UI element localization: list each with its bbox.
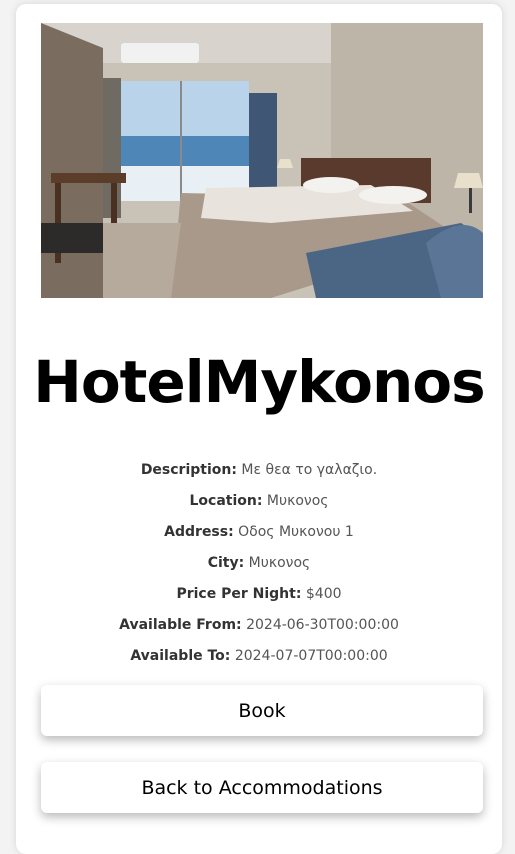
detail-label: Price Per Night: [176,586,302,602]
hotel-room-image [41,23,483,298]
detail-location: Location: Μυκονος [16,489,502,520]
detail-value: 2024-06-30T00:00:00 [246,617,399,633]
detail-available-to: Available To: 2024-07-07T00:00:00 [16,644,502,675]
detail-address: Address: Οδος Μυκονου 1 [16,520,502,551]
detail-value: Μυκονος [266,493,329,509]
detail-city: City: Μυκονος [16,551,502,582]
detail-label: Available From: [119,617,242,633]
detail-value: Με θεα το γαλαζιο. [241,462,378,478]
back-to-accommodations-button[interactable]: Back to Accommodations [41,762,483,813]
detail-description: Description: Με θεα το γαλαζιο. [16,458,502,489]
hotel-details: Description: Με θεα το γαλαζιο. Location… [16,458,502,675]
detail-label: Available To: [130,648,231,664]
detail-label: Location: [189,493,263,509]
detail-label: Address: [164,524,234,540]
detail-value: $400 [305,586,342,602]
detail-value: 2024-07-07T00:00:00 [234,648,388,664]
detail-label: Description: [140,462,237,478]
detail-label: City: [207,555,245,571]
detail-available-from: Available From: 2024-06-30T00:00:00 [16,613,502,644]
book-button[interactable]: Book [41,685,483,736]
accommodation-card: HotelMykonos Description: Με θεα το γαλα… [16,4,502,854]
detail-price-per-night: Price Per Night: $400 [16,582,502,613]
detail-value: Οδος Μυκονου 1 [238,524,354,540]
detail-value: Μυκονος [248,555,311,571]
hotel-name: HotelMykonos [33,348,485,416]
